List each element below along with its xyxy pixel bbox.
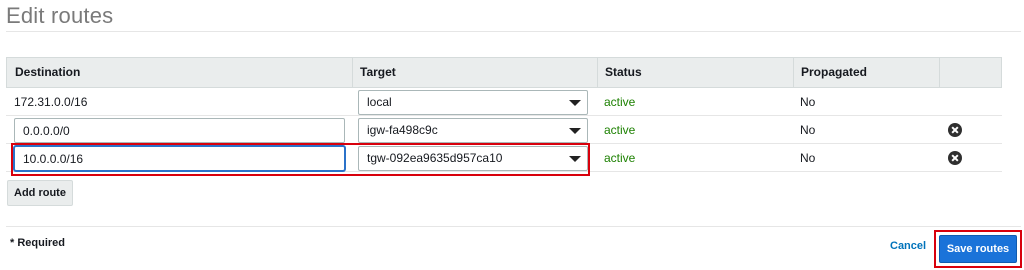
caret-down-icon (569, 156, 581, 162)
header-destination: Destination (15, 65, 81, 79)
target-select[interactable]: local (358, 90, 588, 115)
destination-value: 172.31.0.0/16 (14, 95, 88, 109)
propagated-value: No (800, 151, 816, 165)
footer-divider (6, 226, 1021, 227)
table-row: igw-fa498c9c active No (6, 116, 1002, 144)
table-row: tgw-092ea9635d957ca10 active No (6, 144, 1002, 172)
remove-route-button[interactable] (948, 123, 962, 137)
status-value: active (604, 123, 636, 137)
page-title: Edit routes (6, 3, 114, 28)
header-propagated: Propagated (801, 65, 868, 79)
save-routes-button[interactable]: Save routes (939, 235, 1017, 263)
status-value: active (604, 151, 636, 165)
target-select-value: tgw-092ea9635d957ca10 (367, 151, 503, 165)
remove-route-button[interactable] (948, 151, 962, 165)
destination-input[interactable] (14, 118, 345, 143)
caret-down-icon (569, 100, 581, 106)
cancel-button[interactable]: Cancel (890, 240, 926, 252)
header-separator (939, 58, 940, 87)
caret-down-icon (569, 128, 581, 134)
destination-input[interactable] (14, 146, 345, 171)
propagated-value: No (800, 123, 816, 137)
table-header: Destination Target Status Propagated (6, 57, 1002, 88)
required-note: * Required (10, 237, 66, 249)
target-select-value: igw-fa498c9c (367, 123, 438, 137)
header-target: Target (360, 65, 396, 79)
table-row: 172.31.0.0/16 local active No (6, 88, 1002, 116)
add-route-button[interactable]: Add route (7, 180, 73, 206)
target-select[interactable]: tgw-092ea9635d957ca10 (358, 146, 588, 171)
target-select[interactable]: igw-fa498c9c (358, 118, 588, 143)
status-value: active (604, 95, 636, 109)
header-status: Status (605, 65, 642, 79)
target-select-value: local (367, 95, 392, 109)
routes-table: Destination Target Status Propagated 172… (6, 57, 1002, 172)
title-divider (6, 31, 1021, 32)
propagated-value: No (800, 95, 816, 109)
